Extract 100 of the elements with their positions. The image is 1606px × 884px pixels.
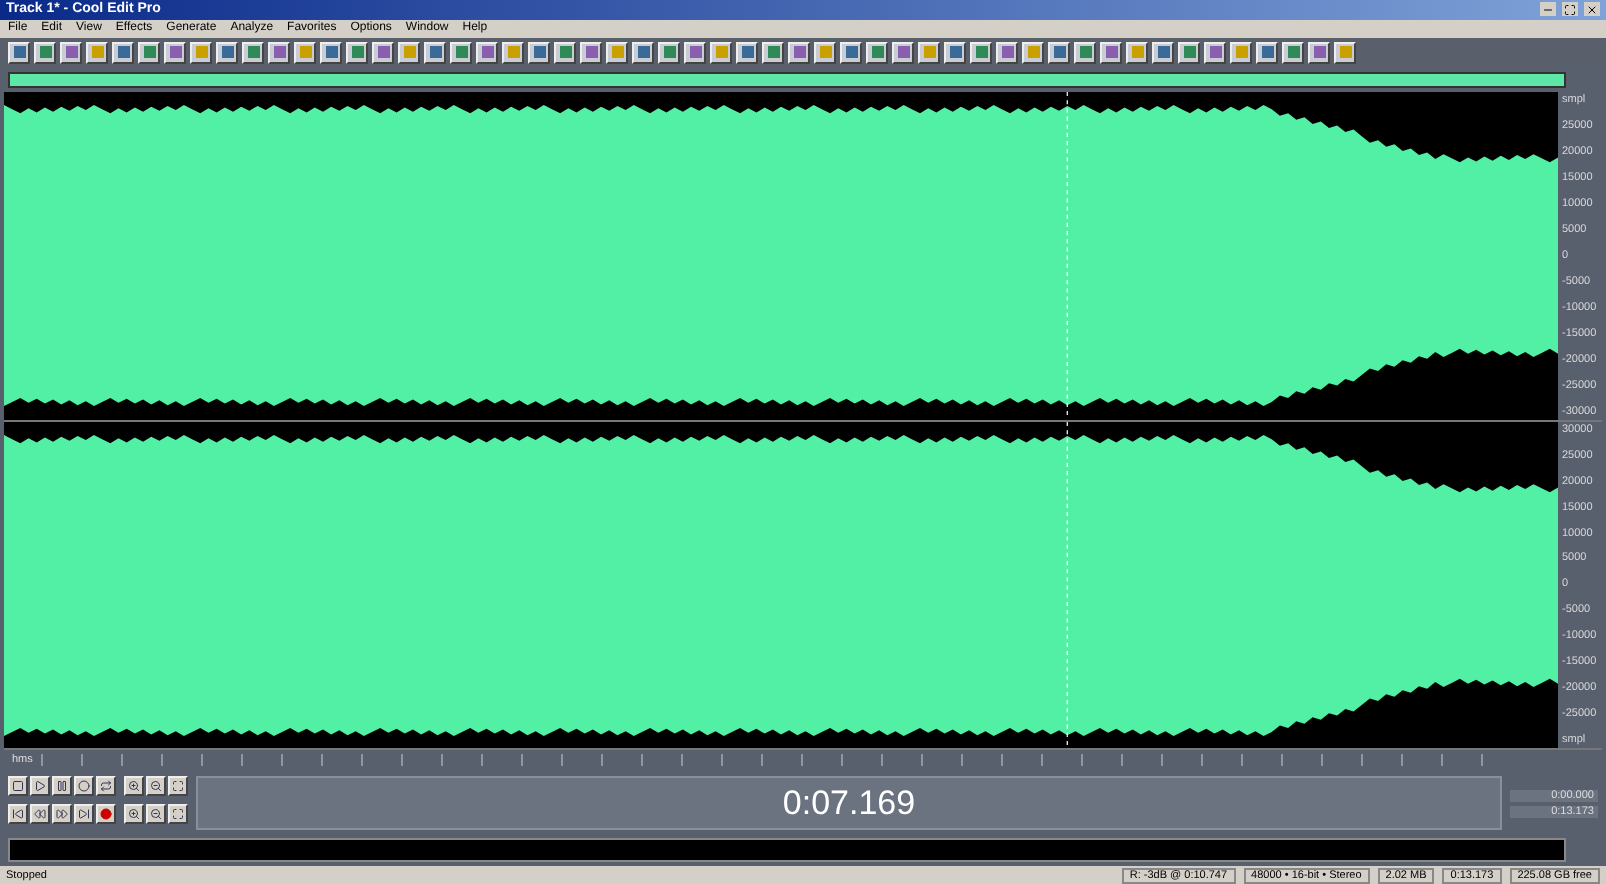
tool-icon — [455, 46, 467, 59]
toolbar-button[interactable] — [1204, 41, 1226, 64]
maximize-button[interactable] — [1562, 2, 1578, 17]
overview-bar[interactable] — [8, 72, 1566, 89]
toolbar-button[interactable] — [112, 41, 134, 64]
toolbar-button[interactable] — [944, 41, 966, 64]
toolbar-button[interactable] — [658, 41, 680, 64]
tool-icon — [689, 46, 701, 59]
zoom-button[interactable] — [124, 776, 144, 797]
toolbar-button[interactable] — [1178, 41, 1200, 64]
toolbar-button[interactable] — [788, 41, 810, 64]
toolbar-button[interactable] — [814, 41, 836, 64]
skip-back-button[interactable] — [8, 804, 28, 825]
toolbar-button[interactable] — [320, 41, 342, 64]
tool-icon — [819, 46, 831, 59]
tool-icon — [1027, 46, 1039, 59]
toolbar-button[interactable] — [736, 41, 758, 64]
minimize-button[interactable] — [1540, 2, 1556, 17]
tool-icon — [1261, 46, 1273, 59]
toolbar-button[interactable] — [996, 41, 1018, 64]
stop-button[interactable] — [8, 776, 28, 797]
toolbar-button[interactable] — [242, 41, 264, 64]
toolbar-button[interactable] — [1074, 41, 1096, 64]
toolbar-button[interactable] — [580, 41, 602, 64]
tool-icon — [325, 46, 337, 59]
toolbar-button[interactable] — [866, 41, 888, 64]
toolbar-button[interactable] — [710, 41, 732, 64]
zoom-button[interactable] — [146, 804, 166, 825]
toolbar-button[interactable] — [1022, 41, 1044, 64]
toolbar-button[interactable] — [1334, 41, 1356, 64]
fast-forward-button[interactable] — [52, 804, 72, 825]
toolbar-button[interactable] — [372, 41, 394, 64]
tool-icon — [559, 46, 571, 59]
toolbar-button[interactable] — [528, 41, 550, 64]
tool-icon — [741, 46, 753, 59]
toolbar-button[interactable] — [346, 41, 368, 64]
toolbar-button[interactable] — [1308, 41, 1330, 64]
zoom-button[interactable] — [146, 776, 166, 797]
toolbar-button[interactable] — [424, 41, 446, 64]
toolbar-button[interactable] — [1152, 41, 1174, 64]
tool-icon — [767, 46, 779, 59]
fast-forward-icon — [56, 808, 68, 821]
toolbar-button[interactable] — [918, 41, 940, 64]
toolbar-button[interactable] — [1282, 41, 1304, 64]
loop-button[interactable] — [96, 776, 116, 797]
toolbar-button[interactable] — [34, 41, 56, 64]
toolbar-button[interactable] — [1100, 41, 1122, 64]
tool-icon — [247, 46, 259, 59]
tool-icon — [39, 46, 51, 59]
toolbar-button[interactable] — [1048, 41, 1070, 64]
toolbar-button[interactable] — [216, 41, 238, 64]
zoom-button[interactable] — [168, 776, 188, 797]
tool-icon — [949, 46, 961, 59]
rewind-button[interactable] — [30, 804, 50, 825]
tool-icon — [1339, 46, 1351, 59]
toolbar-button[interactable] — [164, 41, 186, 64]
toolbar-button[interactable] — [554, 41, 576, 64]
tool-icon — [663, 46, 675, 59]
toolbar-button[interactable] — [970, 41, 992, 64]
pause-icon — [56, 780, 68, 793]
toolbar-button[interactable] — [1126, 41, 1148, 64]
toolbar-button[interactable] — [268, 41, 290, 64]
tool-icon — [1287, 46, 1299, 59]
tool-icon — [13, 46, 25, 59]
toolbar-button[interactable] — [502, 41, 524, 64]
toolbar-button[interactable] — [86, 41, 108, 64]
zoom-button[interactable] — [168, 804, 188, 825]
play-icon — [34, 780, 46, 793]
pause-button[interactable] — [52, 776, 72, 797]
toolbar-button[interactable] — [60, 41, 82, 64]
tool-icon — [195, 46, 207, 59]
toolbar-button[interactable] — [8, 41, 30, 64]
tool-icon — [403, 46, 415, 59]
time-readout: 0:07.169 — [782, 783, 916, 824]
tool-icon — [845, 46, 857, 59]
toolbar-button[interactable] — [1230, 41, 1252, 64]
toolbar-button[interactable] — [840, 41, 862, 64]
tool-icon — [871, 46, 883, 59]
tool-icon — [91, 46, 103, 59]
toolbar-button[interactable] — [892, 41, 914, 64]
tool-icon — [897, 46, 909, 59]
toolbar-button[interactable] — [450, 41, 472, 64]
skip-forward-button[interactable] — [74, 804, 94, 825]
toolbar-button[interactable] — [632, 41, 654, 64]
toolbar-button[interactable] — [1256, 41, 1278, 64]
close-button[interactable] — [1584, 2, 1600, 17]
toolbar-button[interactable] — [606, 41, 628, 64]
zoom-in-icon — [128, 808, 140, 821]
record-button[interactable] — [96, 804, 116, 825]
toolbar-button[interactable] — [294, 41, 316, 64]
toolbar-button[interactable] — [398, 41, 420, 64]
toolbar-button[interactable] — [684, 41, 706, 64]
tool-icon — [377, 46, 389, 59]
toolbar-button[interactable] — [190, 41, 212, 64]
toolbar-button[interactable] — [138, 41, 160, 64]
play-button[interactable] — [30, 776, 50, 797]
toolbar-button[interactable] — [762, 41, 784, 64]
toolbar-button[interactable] — [476, 41, 498, 64]
zoom-button[interactable] — [124, 804, 144, 825]
tool-icon — [429, 46, 441, 59]
